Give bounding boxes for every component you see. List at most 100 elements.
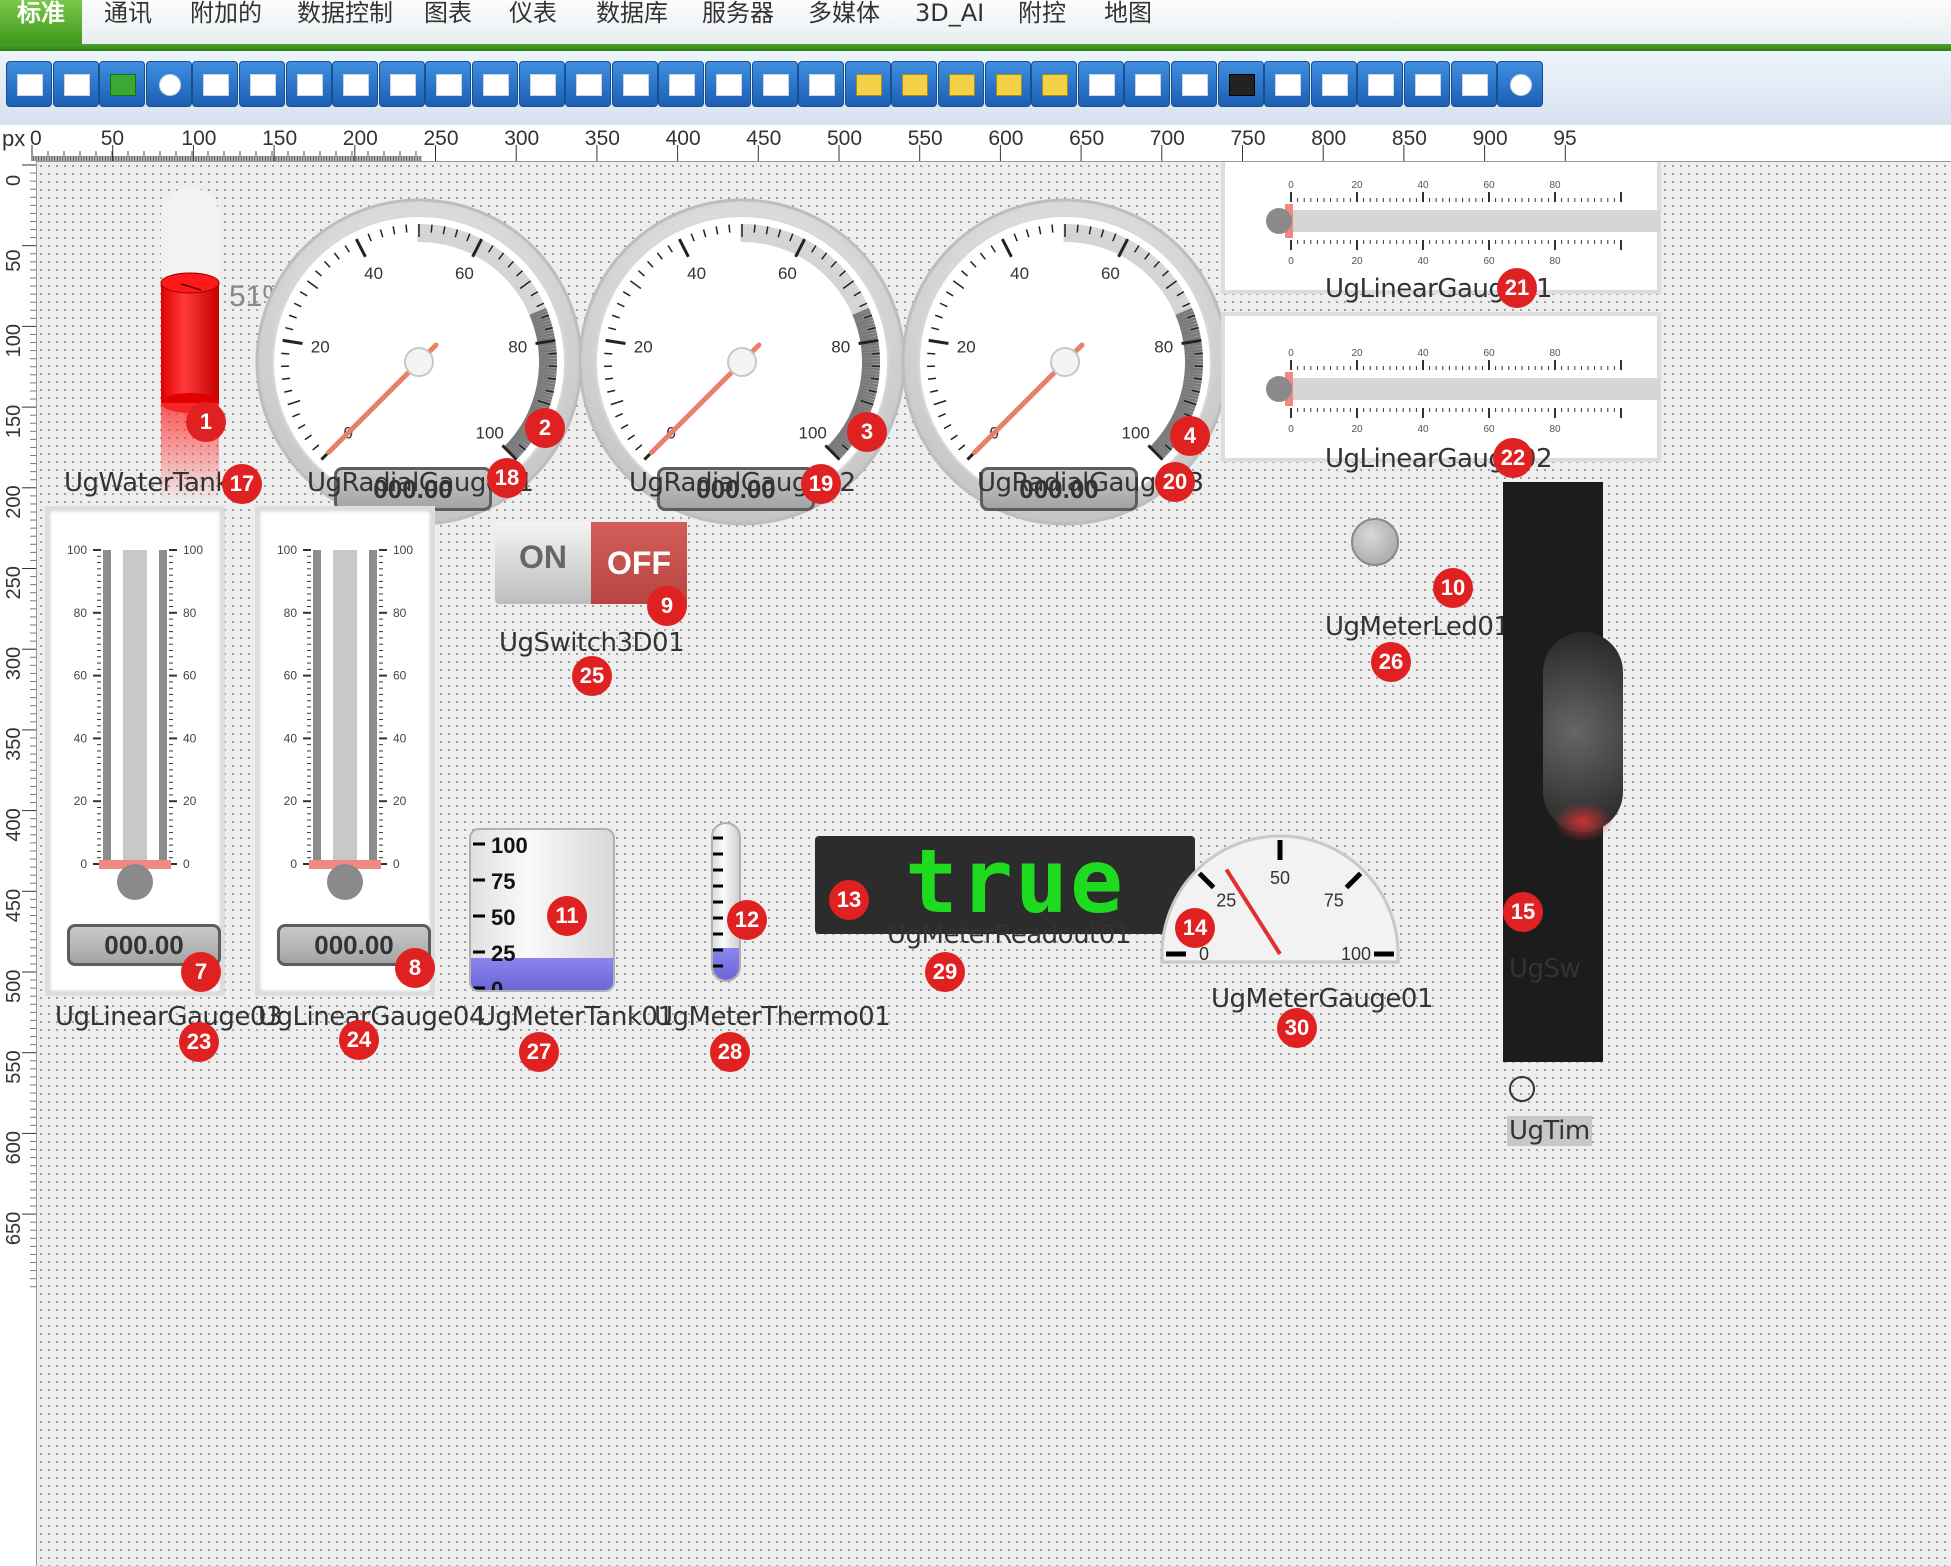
scrollbar-tool-icon[interactable] (425, 61, 472, 107)
image-tool-icon[interactable] (1310, 61, 1357, 107)
folder-1-tool-icon[interactable] (844, 61, 891, 107)
gauge-band (1184, 348, 1203, 354)
folder-2-tool-icon[interactable] (891, 61, 938, 107)
film-tool-icon[interactable] (1217, 61, 1264, 107)
radial-gauge-3[interactable]: 020406080100 000.00 (865, 162, 1265, 562)
ruler-label: 100 (181, 127, 216, 150)
radio-tool-icon[interactable] (145, 61, 192, 107)
frame-tool-icon[interactable] (1077, 61, 1124, 107)
gauge-tick (1076, 224, 1079, 233)
tab-map[interactable]: 地图 (1104, 0, 1152, 44)
tab-3d-ai[interactable]: 3D_AI (915, 0, 984, 44)
num-edit-glyph (483, 74, 509, 96)
linear-gauge-tick-label: 20 (1351, 348, 1363, 359)
checkbox-tool-icon[interactable] (192, 61, 239, 107)
linear-gauge-tick-label: 100 (277, 543, 297, 557)
listbox-tool-icon[interactable] (565, 61, 612, 107)
badge-marker: 9 (647, 586, 687, 626)
gauge-tick (753, 224, 756, 233)
design-canvas[interactable]: 51% 1 UgWaterTank01 17 020406080100 000.… (37, 162, 1951, 1566)
grid-tool-icon[interactable] (1357, 61, 1404, 107)
meter-led[interactable] (1351, 518, 1399, 566)
gauge-tick-label: 20 (957, 337, 976, 356)
ruler-label: 300 (504, 127, 539, 150)
grid-edit-glyph (296, 74, 323, 96)
linear-gauge-2[interactable]: 0 0 20 20 40 40 60 60 80 80 (1221, 312, 1661, 462)
list-tool-icon[interactable] (239, 61, 285, 107)
gauge-tick (281, 352, 290, 355)
date-edit-tool-icon[interactable] (518, 61, 565, 107)
linear-gauge-tick-label: 60 (74, 669, 88, 683)
table-tool-icon[interactable] (658, 61, 705, 107)
badge-marker: 10 (1433, 568, 1473, 608)
tab-instruments[interactable]: 仪表 (509, 0, 557, 44)
tab-standard[interactable]: 标准 (0, 0, 82, 44)
linear-gauge-3[interactable]: 100 100 80 80 60 60 40 40 20 20 0 0 000.00 (45, 506, 225, 996)
linear-gauge-4[interactable]: 100 100 80 80 60 60 40 40 20 20 0 0 000.00 (255, 506, 435, 996)
tab-multimedia[interactable]: 多媒体 (808, 0, 880, 44)
image-panel-tool-icon[interactable] (1264, 61, 1311, 107)
ok-button-tool-icon[interactable] (52, 61, 99, 107)
memo-glyph (622, 74, 649, 96)
linear-gauge-tick-label: 40 (284, 731, 298, 745)
ruler-label: 250 (424, 127, 459, 150)
picture-tool-icon[interactable] (751, 61, 798, 107)
panel-tool-icon[interactable] (798, 61, 845, 107)
textbox-tool-icon[interactable] (378, 61, 425, 107)
ruler-label: 800 (1311, 127, 1346, 150)
folder-5-tool-icon[interactable] (1031, 61, 1078, 107)
component-toolbar (0, 51, 1951, 126)
combo-tool-icon[interactable] (705, 61, 751, 107)
tab-server[interactable]: 服务器 (702, 0, 774, 44)
groupbox-tool-icon[interactable] (1124, 61, 1171, 107)
checkbox-group-tool-icon[interactable] (6, 61, 52, 107)
meter-tank[interactable]: 100 75 50 25 0 (469, 828, 615, 992)
ruler-label: 100 (3, 324, 25, 357)
film-glyph (1228, 74, 1255, 96)
tab-additional[interactable]: 附加的 (190, 0, 262, 44)
gauge-tick-label: 60 (1101, 264, 1120, 283)
scrollbar-glyph (436, 74, 463, 96)
memo-tool-icon[interactable] (611, 61, 658, 107)
linear-gauge-tick-label: 60 (1483, 256, 1495, 267)
led-strip-tool-icon[interactable] (99, 61, 146, 107)
linear-gauge-tick-label: 0 (1288, 180, 1294, 191)
font-tool-icon[interactable] (332, 61, 379, 107)
tab-communication[interactable]: 通讯 (104, 0, 152, 44)
linear-gauge-tick-label: 40 (1417, 256, 1429, 267)
linear-gauge-tick-label: 40 (393, 731, 407, 745)
tab-extra-control[interactable]: 附控 (1018, 0, 1066, 44)
badge-marker: 22 (1493, 438, 1533, 478)
badge-marker: 8 (395, 948, 435, 988)
meter-thermo-label: UgMeterThermo01 (654, 1002, 891, 1032)
ruler-label: 450 (3, 889, 25, 922)
timer-label: UgTim (1507, 1116, 1592, 1146)
linear-gauge-tick-label: 0 (1288, 424, 1294, 435)
ruler-ticks: 0 50 100 150 200 250 300 350 400 450 500 550 600 650 (3, 164, 36, 1288)
num-edit-tool-icon[interactable] (472, 61, 518, 107)
tab-data-control[interactable]: 数据控制 (297, 0, 393, 44)
gauge-tick-label: 60 (455, 264, 474, 283)
linear-gauge-tick-label: 0 (290, 857, 297, 871)
gauge-band (1184, 369, 1203, 375)
tree-list-tool-icon[interactable] (1450, 61, 1497, 107)
timer-tool-icon[interactable] (1497, 61, 1544, 107)
folder-3-glyph (949, 74, 975, 96)
tree-tool-icon[interactable] (1404, 61, 1450, 107)
linear-gauge-tick-label: 20 (74, 794, 88, 808)
switch-on-label[interactable]: ON (495, 522, 591, 604)
switch-label: UgSwitch3D01 (499, 628, 685, 658)
folder-4-tool-icon[interactable] (984, 61, 1031, 107)
linear-gauge-tick-label: 0 (1288, 256, 1294, 267)
report-tool-icon[interactable] (1171, 61, 1217, 107)
tab-charts[interactable]: 图表 (424, 0, 472, 44)
grid-edit-tool-icon[interactable] (285, 61, 332, 107)
ruler-label: 350 (585, 127, 620, 150)
tab-database[interactable]: 数据库 (596, 0, 668, 44)
grid-glyph (1368, 74, 1395, 96)
badge-marker: 12 (727, 900, 767, 940)
folder-3-tool-icon[interactable] (938, 61, 984, 107)
ruler-label: 500 (827, 127, 862, 150)
gauge-tick (1193, 377, 1203, 381)
timer-icon[interactable] (1509, 1076, 1535, 1102)
